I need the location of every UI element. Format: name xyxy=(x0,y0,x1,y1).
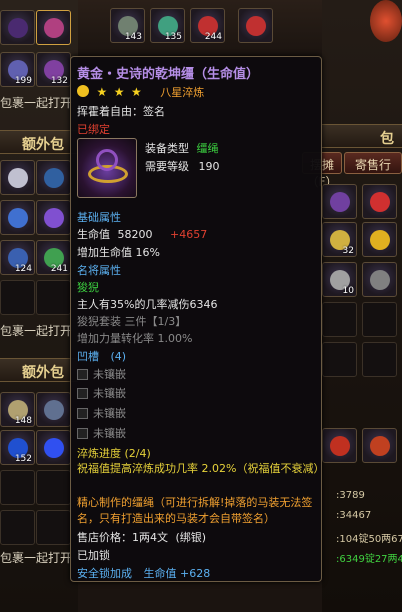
inventory-slot[interactable] xyxy=(322,428,357,463)
consignment-button[interactable]: 寄售行 xyxy=(344,152,402,174)
inventory-slot[interactable]: 132 xyxy=(36,52,71,87)
currency-readout: :34467 xyxy=(336,510,372,521)
inventory-slot-empty[interactable] xyxy=(322,302,357,337)
socket-slot: 未镶嵌 xyxy=(77,425,126,441)
inventory-slot[interactable] xyxy=(36,200,71,235)
currency-readout: :6349锭27两4 xyxy=(336,554,402,565)
item-title: 黄金・史诗的乾坤缰（生命值） xyxy=(77,67,260,82)
crafted-note: 精心制作的缰绳（可进行拆解!掉落的马装无法签名，只有打造出来的马装才会自带签名） xyxy=(77,496,313,525)
right-inventory-panel: 包 摆摊（F） 寄售行 32 10 :3789 :34467 :104锭50两6… xyxy=(302,0,402,612)
inventory-slot[interactable] xyxy=(362,222,397,257)
inventory-slot[interactable]: 241 xyxy=(36,240,71,275)
socket-header: 凹槽 (4) xyxy=(77,350,127,363)
inventory-slot-selected[interactable] xyxy=(36,10,71,45)
event-lantern-icon[interactable] xyxy=(370,0,402,42)
inventory-slot-empty[interactable] xyxy=(0,280,35,315)
inventory-slot-empty[interactable] xyxy=(36,280,71,315)
inventory-slot[interactable]: 32 xyxy=(322,222,357,257)
inventory-slot[interactable] xyxy=(36,160,71,195)
bag-section-header: 包 xyxy=(322,124,402,148)
owner-signature: 挥霍着自由：签名 xyxy=(77,105,165,118)
base-attr-header: 基础属性 xyxy=(77,211,121,224)
bound-status: 已绑定 xyxy=(77,123,110,136)
inventory-slot[interactable] xyxy=(0,10,35,45)
set-bonus: 增加力量转化率 1.00% xyxy=(77,332,193,345)
inventory-slot[interactable] xyxy=(362,184,397,219)
inventory-slot-empty[interactable] xyxy=(0,510,35,545)
inventory-slot[interactable] xyxy=(0,160,35,195)
inventory-slot[interactable]: 199 xyxy=(0,52,35,87)
add-hp-row: 增加生命值 16% xyxy=(77,246,160,259)
extra-bag-header: 额外包 xyxy=(0,130,78,154)
socket-slot: 未镶嵌 xyxy=(77,366,126,382)
set-progress: 狻猊套装 三件【1/3】 xyxy=(77,315,187,328)
inventory-slot[interactable]: 148 xyxy=(0,392,35,427)
item-icon xyxy=(77,138,137,198)
sell-price-row: 售店价格：1两4文 (绑银) xyxy=(77,531,207,544)
famous-attr-header: 名将属性 xyxy=(77,264,121,277)
inventory-slot[interactable] xyxy=(36,392,71,427)
inventory-slot[interactable]: 152 xyxy=(0,430,35,465)
bag-hint-text: 包裹一起打开 xyxy=(0,551,73,565)
inventory-slot[interactable] xyxy=(362,262,397,297)
hp-row: 生命值 58200 +4657 xyxy=(77,228,208,241)
inventory-slot-empty[interactable] xyxy=(322,342,357,377)
socket-slot: 未镶嵌 xyxy=(77,405,126,421)
inventory-slot[interactable]: 10 xyxy=(322,262,357,297)
socket-slot: 未镶嵌 xyxy=(77,385,126,401)
inventory-slot[interactable] xyxy=(36,430,71,465)
inventory-slot-empty[interactable] xyxy=(362,302,397,337)
locked-status: 已加锁 xyxy=(77,549,110,562)
equip-type-row: 装备类型 缰绳 xyxy=(145,142,219,155)
inventory-slot-empty[interactable] xyxy=(36,470,71,505)
inventory-slot-empty[interactable] xyxy=(0,470,35,505)
required-level-row: 需要等级 190 xyxy=(145,160,220,173)
refine-level: 八星淬炼 xyxy=(160,86,205,99)
safe-lock-bonus: 安全锁加成 生命值 +628 xyxy=(77,567,211,580)
star-icon: ★ xyxy=(113,85,125,99)
currency-readout: :104锭50两67 xyxy=(336,534,402,545)
inventory-slot-empty[interactable] xyxy=(36,510,71,545)
inventory-slot[interactable]: 244 xyxy=(190,8,225,43)
beast-name: 狻猊 xyxy=(77,281,99,294)
bag-hint-text: 包裹一起打开 xyxy=(0,324,73,338)
star-rating: ★ ★ ★ 八星淬炼 xyxy=(77,84,204,100)
inventory-slot[interactable] xyxy=(0,200,35,235)
inventory-slot[interactable]: 124 xyxy=(0,240,35,275)
inventory-slot-empty[interactable] xyxy=(362,342,397,377)
item-tooltip: 黄金・史诗的乾坤缰（生命值） ★ ★ ★ 八星淬炼 挥霍着自由：签名 已绑定 装… xyxy=(70,56,325,582)
bless-value-line: 祝福值提高淬炼成功几率 2.02%（祝福值不衰减） xyxy=(77,462,325,475)
extra-bag-header: 额外包 xyxy=(0,358,78,382)
star-icon: ★ xyxy=(131,85,142,99)
left-inventory-panel: 199 132 包裹一起打开 额外包 124 241 包裹一起打开 额外包 14… xyxy=(0,0,78,612)
inventory-slot[interactable] xyxy=(238,8,273,43)
inventory-slot[interactable] xyxy=(362,428,397,463)
refine-progress: 淬炼进度 (2/4) xyxy=(77,447,151,460)
inventory-slot[interactable] xyxy=(322,184,357,219)
inventory-slot[interactable]: 143 xyxy=(110,8,145,43)
smile-icon xyxy=(77,85,89,97)
master-effect: 主人有35%的几率减伤6346 xyxy=(77,298,218,311)
bag-hint-text: 包裹一起打开 xyxy=(0,96,73,110)
currency-readout: :3789 xyxy=(336,490,365,501)
inventory-slot[interactable]: 135 xyxy=(150,8,185,43)
star-icon: ★ xyxy=(96,85,108,99)
top-slot-strip: 143 135 244 xyxy=(78,0,322,56)
